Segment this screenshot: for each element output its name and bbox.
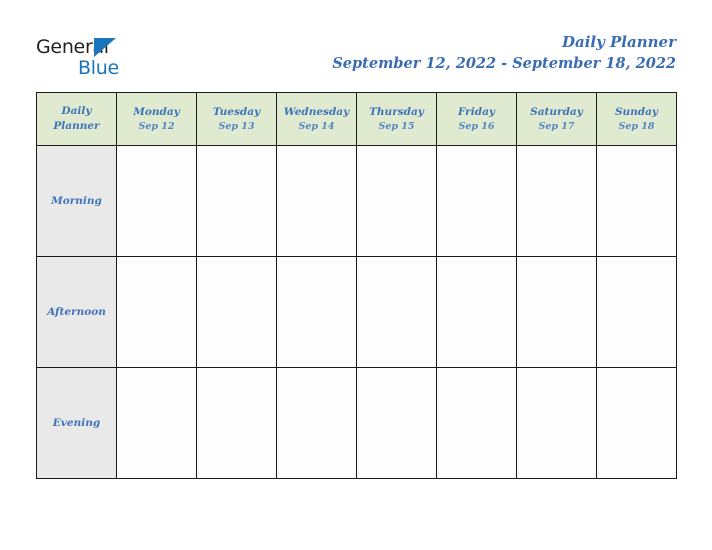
planner-row-afternoon: Afternoon <box>36 256 677 368</box>
day-date-friday: Sep 16 <box>458 120 495 132</box>
day-name-sunday: Sunday <box>614 105 659 118</box>
planner-grid: Daily Planner Monday Sep 12 Tuesday Sep … <box>36 92 677 479</box>
day-name-wednesday: Wednesday <box>283 105 350 118</box>
slot-morning-saturday[interactable] <box>516 145 597 257</box>
day-date-tuesday: Sep 13 <box>218 120 255 132</box>
slot-morning-wednesday[interactable] <box>276 145 357 257</box>
column-header-friday[interactable]: Friday Sep 16 <box>436 92 517 146</box>
date-range-label: September 12, 2022 - September 18, 2022 <box>332 55 676 72</box>
grid-corner-header: Daily Planner <box>36 92 117 146</box>
slot-afternoon-wednesday[interactable] <box>276 256 357 368</box>
slot-afternoon-saturday[interactable] <box>516 256 597 368</box>
column-header-monday[interactable]: Monday Sep 12 <box>116 92 197 146</box>
slot-evening-wednesday[interactable] <box>276 367 357 479</box>
row-label-evening: Evening <box>36 367 117 479</box>
title-block: Daily Planner September 12, 2022 - Septe… <box>332 32 676 74</box>
column-header-thursday[interactable]: Thursday Sep 15 <box>356 92 437 146</box>
corner-line-2: Planner <box>53 120 100 132</box>
column-header-sunday[interactable]: Sunday Sep 18 <box>596 92 677 146</box>
planner-row-evening: Evening <box>36 367 677 479</box>
slot-afternoon-friday[interactable] <box>436 256 517 368</box>
slot-afternoon-sunday[interactable] <box>596 256 677 368</box>
day-date-sunday: Sep 18 <box>618 120 655 132</box>
day-date-monday: Sep 12 <box>138 120 175 132</box>
slot-evening-friday[interactable] <box>436 367 517 479</box>
day-date-saturday: Sep 17 <box>538 120 575 132</box>
day-name-friday: Friday <box>457 105 496 118</box>
triangle-logo-icon <box>94 38 116 57</box>
slot-evening-thursday[interactable] <box>356 367 437 479</box>
column-header-wednesday[interactable]: Wednesday Sep 14 <box>276 92 357 146</box>
slot-morning-sunday[interactable] <box>596 145 677 257</box>
page-title: Daily Planner <box>561 33 676 51</box>
planner-row-morning: Morning <box>36 145 677 257</box>
column-header-tuesday[interactable]: Tuesday Sep 13 <box>196 92 277 146</box>
slot-morning-friday[interactable] <box>436 145 517 257</box>
slot-afternoon-tuesday[interactable] <box>196 256 277 368</box>
slot-evening-monday[interactable] <box>116 367 197 479</box>
logo-text-blue: Blue <box>78 57 119 79</box>
grid-header-row: Daily Planner Monday Sep 12 Tuesday Sep … <box>36 92 677 146</box>
daily-planner-page: General Blue Daily Planner September 12,… <box>0 0 712 550</box>
slot-morning-monday[interactable] <box>116 145 197 257</box>
page-header: General Blue Daily Planner September 12,… <box>0 0 712 92</box>
general-blue-logo: General Blue <box>36 36 216 82</box>
day-name-saturday: Saturday <box>530 105 583 118</box>
day-date-thursday: Sep 15 <box>378 120 415 132</box>
slot-evening-sunday[interactable] <box>596 367 677 479</box>
day-date-wednesday: Sep 14 <box>298 120 335 132</box>
column-header-saturday[interactable]: Saturday Sep 17 <box>516 92 597 146</box>
slot-evening-saturday[interactable] <box>516 367 597 479</box>
slot-afternoon-thursday[interactable] <box>356 256 437 368</box>
row-label-morning: Morning <box>36 145 117 257</box>
day-name-monday: Monday <box>133 105 180 118</box>
slot-evening-tuesday[interactable] <box>196 367 277 479</box>
corner-line-1: Daily <box>61 105 92 117</box>
slot-morning-thursday[interactable] <box>356 145 437 257</box>
slot-afternoon-monday[interactable] <box>116 256 197 368</box>
day-name-thursday: Thursday <box>369 105 424 118</box>
day-name-tuesday: Tuesday <box>212 105 261 118</box>
slot-morning-tuesday[interactable] <box>196 145 277 257</box>
row-label-afternoon: Afternoon <box>36 256 117 368</box>
